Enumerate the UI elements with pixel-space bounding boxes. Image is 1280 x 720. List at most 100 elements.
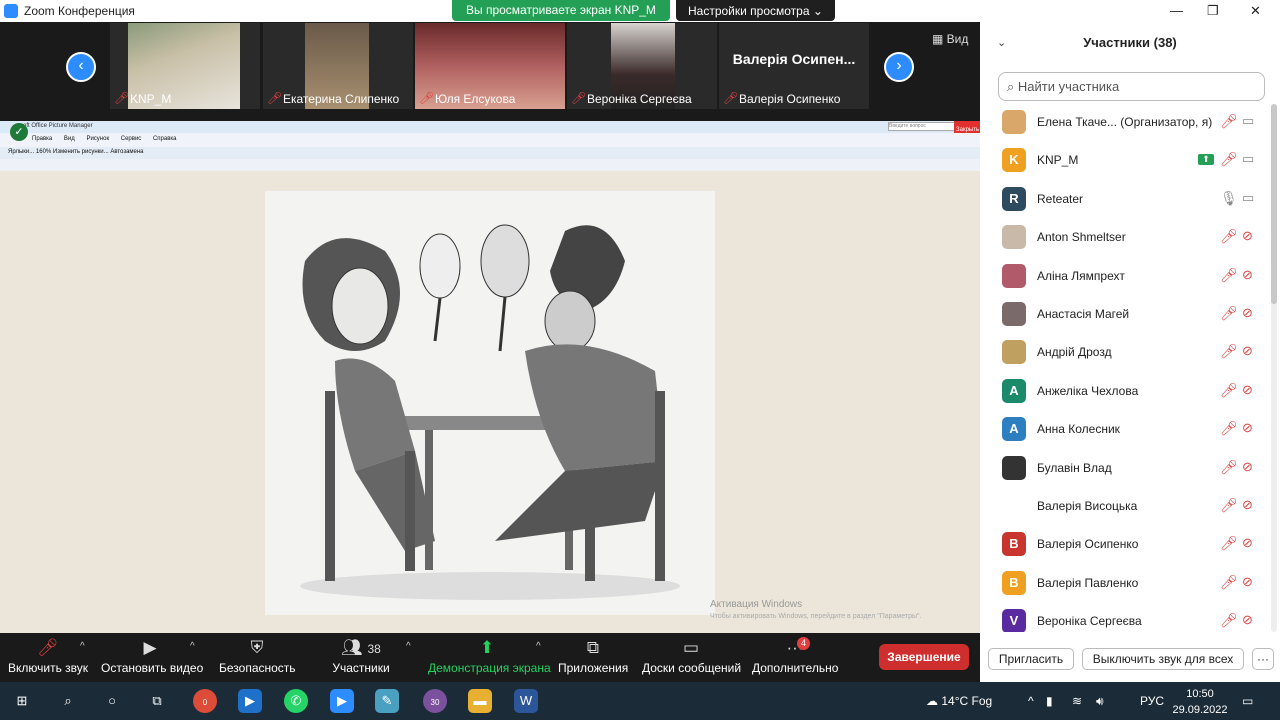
view-button[interactable]: ▦ Вид <box>932 32 968 46</box>
language-indicator[interactable]: РУС <box>1140 694 1164 708</box>
windows-start-icon[interactable]: ⊞ <box>10 689 34 713</box>
whiteboards-button[interactable]: ▭ Доски сообщений <box>642 637 741 675</box>
mic-muted-icon[interactable]: 🎤︎ <box>1220 612 1238 629</box>
camera-off-icon[interactable]: ⊘ <box>1242 497 1253 513</box>
mic-muted-icon[interactable]: 🎤︎ <box>1220 113 1238 130</box>
mic-muted-icon[interactable]: 🎤︎ <box>1220 267 1238 284</box>
camera-off-icon[interactable]: ⊘ <box>1242 343 1253 359</box>
audio-options-caret[interactable]: ^ <box>80 641 85 652</box>
prev-page-button[interactable]: ‹ <box>66 52 96 82</box>
mic-on-icon[interactable]: 🎙︎ <box>1220 190 1238 207</box>
mic-muted-icon[interactable]: 🎤︎ <box>1220 535 1238 552</box>
panel-more-button[interactable]: ··· <box>1252 648 1274 670</box>
weather-widget[interactable]: ☁ 14°C Fog <box>926 694 992 708</box>
participant-row[interactable]: A Анна Колесник 🎤︎ ⊘ <box>980 411 1272 449</box>
participant-row[interactable]: Валерія Висоцька 🎤︎ ⊘ <box>980 488 1272 526</box>
participant-row[interactable]: R Reteater 🎙︎ ▭ <box>980 181 1272 219</box>
participant-row[interactable]: Булавін Влад 🎤︎ ⊘ <box>980 450 1272 488</box>
mic-muted-icon[interactable]: 🎤︎ <box>1220 228 1238 245</box>
battery-icon[interactable]: ▮ <box>1046 694 1053 708</box>
volume-icon[interactable]: 🔊︎ <box>1096 694 1104 709</box>
video-tile[interactable]: 🎤︎ Юля Елсукова <box>415 23 565 109</box>
mic-muted-icon[interactable]: 🎤︎ <box>1220 459 1238 476</box>
participant-name: Елена Ткаче... (Организатор, я) <box>1037 115 1213 129</box>
mic-muted-icon[interactable]: 🎤︎ <box>1220 420 1238 437</box>
whatsapp-icon[interactable]: ✆ <box>284 689 308 713</box>
camera-off-icon[interactable]: ⊘ <box>1242 267 1253 283</box>
mic-muted-icon[interactable]: 🎤︎ <box>1220 574 1238 591</box>
mute-all-button[interactable]: Выключить звук для всех <box>1082 648 1244 670</box>
video-tile[interactable]: Валерія Осипен... 🎤︎ Валерія Осипенко <box>719 23 869 109</box>
video-tile[interactable]: 🎤︎ Екатерина Слипенко <box>263 23 413 109</box>
participant-row[interactable]: K KNP_M ⬆ 🎤︎ ▭ <box>980 142 1272 180</box>
apps-button[interactable]: ⧉ Приложения <box>558 637 628 675</box>
clock[interactable]: 10:50 29.09.2022 <box>1172 686 1228 718</box>
participant-row[interactable]: B Валерія Павленко 🎤︎ ⊘ <box>980 565 1272 603</box>
next-page-button[interactable]: › <box>884 52 914 82</box>
camera-on-icon[interactable]: ▭ <box>1242 151 1254 167</box>
viber-icon[interactable]: 30 <box>423 689 447 713</box>
notepad-icon[interactable]: ✎ <box>375 689 399 713</box>
mic-muted-icon[interactable]: 🎤︎ <box>1220 305 1238 322</box>
word-icon[interactable]: W <box>514 689 538 713</box>
participant-row[interactable]: B Валерія Осипенко 🎤︎ ⊘ <box>980 526 1272 564</box>
participant-row[interactable]: Аліна Лямпрехт 🎤︎ ⊘ <box>980 258 1272 296</box>
participants-button[interactable]: 👥︎ 38 Участники <box>330 637 392 675</box>
video-tile[interactable]: 🎤︎ Вероніка Сергеєва <box>567 23 717 109</box>
video-options-caret[interactable]: ^ <box>190 641 195 652</box>
share-caret[interactable]: ^ <box>536 641 541 652</box>
scrollbar-thumb[interactable] <box>1271 104 1277 304</box>
camera-off-icon[interactable]: ⊘ <box>1242 228 1253 244</box>
video-tile[interactable]: 🎤︎ KNP_M <box>110 23 260 109</box>
maximize-button[interactable]: ❐ <box>1207 3 1219 19</box>
participant-scrollbar[interactable] <box>1271 104 1277 632</box>
camera-off-icon[interactable]: ⊘ <box>1242 420 1253 436</box>
shared-close-button: Закрыть <box>954 121 980 133</box>
close-window-button[interactable]: ✕ <box>1250 3 1261 19</box>
mic-muted-icon[interactable]: 🎤︎ <box>1220 151 1238 168</box>
camera-off-icon[interactable]: ⊘ <box>1242 535 1253 551</box>
mic-muted-icon[interactable]: 🎤︎ <box>1220 343 1238 360</box>
search-icon[interactable]: ⌕ <box>56 689 80 713</box>
file-explorer-icon[interactable]: ▬ <box>468 689 492 713</box>
participant-row[interactable]: Андрій Дрозд 🎤︎ ⊘ <box>980 334 1272 372</box>
participant-row[interactable]: Anton Shmeltser 🎤︎ ⊘ <box>980 219 1272 257</box>
participant-row[interactable]: Елена Ткаче... (Организатор, я) 🎤︎ ▭ <box>980 104 1272 142</box>
participant-row[interactable]: Анастасія Магей 🎤︎ ⊘ <box>980 296 1272 334</box>
share-screen-button[interactable]: ⬆ Демонстрация экрана <box>428 637 551 675</box>
camera-on-icon[interactable]: ▭ <box>1242 113 1254 129</box>
camera-off-icon[interactable]: ⊘ <box>1242 574 1253 590</box>
cortana-icon[interactable]: ○ <box>100 689 124 713</box>
invite-button[interactable]: Пригласить <box>988 648 1074 670</box>
tray-expand-icon[interactable]: ^ <box>1028 694 1034 708</box>
wifi-icon[interactable]: ≋ <box>1072 694 1082 708</box>
stop-video-label: Остановить видео <box>101 661 204 675</box>
mic-muted-icon[interactable]: 🎤︎ <box>1220 497 1238 514</box>
media-player-icon[interactable]: ▶ <box>238 689 262 713</box>
participant-row[interactable]: A Анжеліка Чехлова 🎤︎ ⊘ <box>980 373 1272 411</box>
notifications-icon[interactable]: ▭ <box>1242 694 1253 708</box>
mic-muted-icon[interactable]: 🎤︎ <box>1220 382 1238 399</box>
participant-search-input[interactable]: ⌕ Найти участника <box>998 72 1265 101</box>
end-meeting-button[interactable]: Завершение <box>879 644 969 670</box>
view-settings-button[interactable]: Настройки просмотра ⌄ <box>676 0 835 21</box>
task-view-icon[interactable]: ⧉ <box>145 689 169 713</box>
camera-off-icon[interactable]: ⊘ <box>1242 612 1253 628</box>
participants-caret[interactable]: ^ <box>406 641 411 652</box>
shield-icon: ✓ <box>10 123 28 141</box>
participant-row[interactable]: V Вероніка Сергеєва 🎤︎ ⊘ <box>980 603 1272 632</box>
participant-list: Елена Ткаче... (Организатор, я) 🎤︎ ▭ K KNP_M… <box>980 104 1280 632</box>
camera-on-icon[interactable]: ▭ <box>1242 190 1254 206</box>
stop-video-button[interactable]: ▶ Остановить видео <box>101 637 203 675</box>
search-icon: ⌕ <box>1007 79 1018 94</box>
chrome-icon[interactable]: 0 <box>193 689 217 713</box>
security-button[interactable]: ⛨ Безопасность <box>219 637 296 675</box>
unmute-button[interactable]: 🎤︎ Включить звук <box>8 637 88 675</box>
camera-off-icon[interactable]: ⊘ <box>1242 382 1253 398</box>
minimize-button[interactable]: — <box>1170 3 1183 18</box>
camera-off-icon[interactable]: ⊘ <box>1242 459 1253 475</box>
zoom-taskbar-icon[interactable]: ▶ <box>330 689 354 713</box>
more-button[interactable]: ··· 4 Дополнительно <box>752 637 838 675</box>
camera-off-icon[interactable]: ⊘ <box>1242 305 1253 321</box>
participant-name: Валерія Павленко <box>1037 575 1139 590</box>
